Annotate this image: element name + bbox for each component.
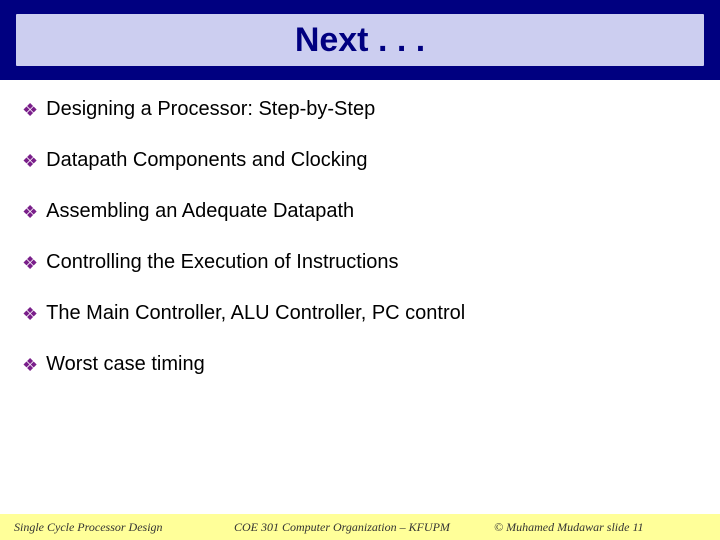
title-bar: Next . . . — [0, 0, 720, 80]
diamond-bullet-icon: ❖ — [22, 101, 38, 119]
list-item: ❖ The Main Controller, ALU Controller, P… — [22, 302, 698, 325]
content-area: ❖ Designing a Processor: Step-by-Step ❖ … — [0, 80, 720, 376]
slide-title: Next . . . — [295, 21, 425, 60]
bullet-text: Designing a Processor: Step-by-Step — [46, 98, 375, 121]
diamond-bullet-icon: ❖ — [22, 152, 38, 170]
list-item: ❖ Assembling an Adequate Datapath — [22, 200, 698, 223]
diamond-bullet-icon: ❖ — [22, 305, 38, 323]
list-item: ❖ Controlling the Execution of Instructi… — [22, 251, 698, 274]
diamond-bullet-icon: ❖ — [22, 356, 38, 374]
bullet-text: Assembling an Adequate Datapath — [46, 200, 354, 223]
title-inner: Next . . . — [16, 14, 704, 66]
footer-right: © Muhamed Mudawar slide 11 — [494, 520, 720, 535]
list-item: ❖ Worst case timing — [22, 353, 698, 376]
bullet-text: Worst case timing — [46, 353, 205, 376]
list-item: ❖ Datapath Components and Clocking — [22, 149, 698, 172]
bullet-text: The Main Controller, ALU Controller, PC … — [46, 302, 465, 325]
footer-center: COE 301 Computer Organization – KFUPM — [234, 520, 494, 535]
diamond-bullet-icon: ❖ — [22, 203, 38, 221]
footer-left: Single Cycle Processor Design — [0, 520, 234, 535]
diamond-bullet-icon: ❖ — [22, 254, 38, 272]
bullet-text: Controlling the Execution of Instruction… — [46, 251, 398, 274]
footer: Single Cycle Processor Design COE 301 Co… — [0, 514, 720, 540]
list-item: ❖ Designing a Processor: Step-by-Step — [22, 98, 698, 121]
bullet-text: Datapath Components and Clocking — [46, 149, 367, 172]
